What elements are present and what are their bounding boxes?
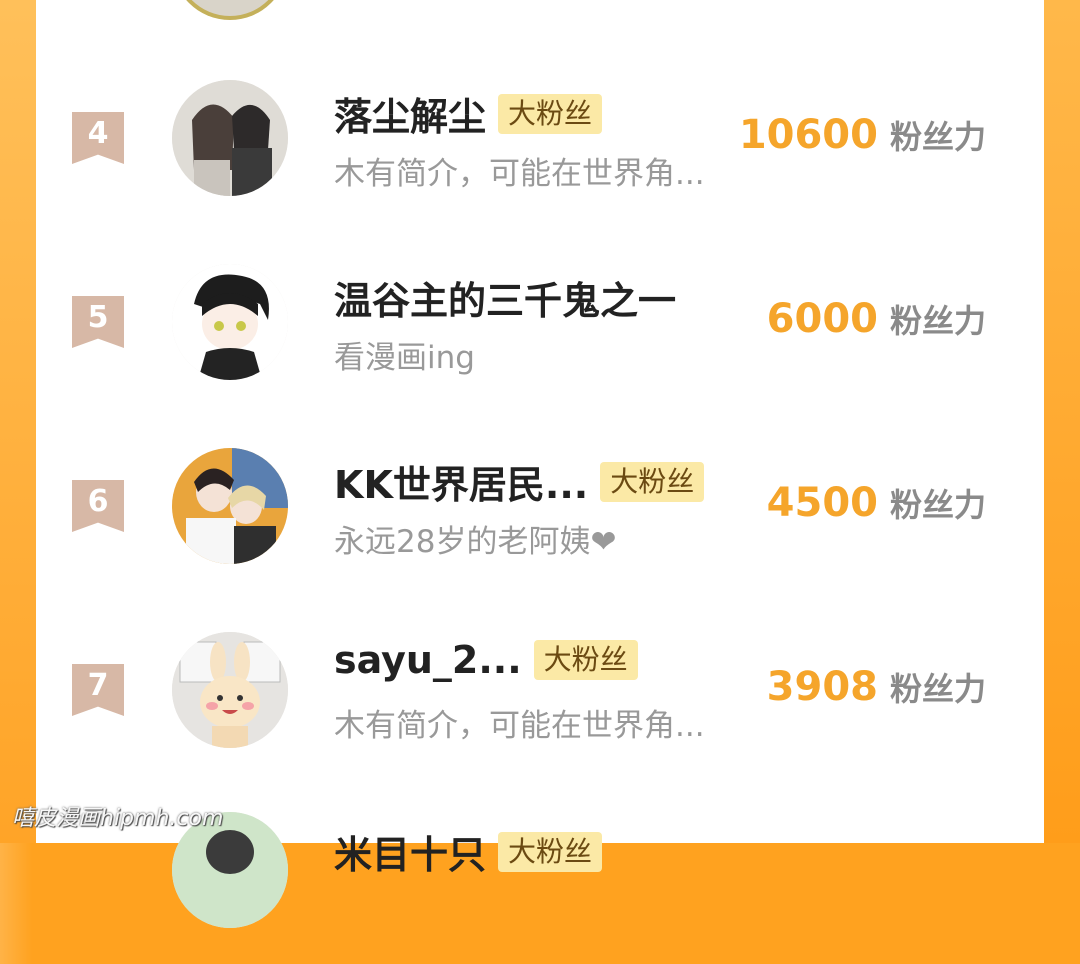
list-item[interactable]: 6 KK世界居民... 大粉丝 永远28岁的老阿姨❤ 4500 粉丝力 bbox=[36, 416, 1044, 596]
fan-score: 10600 粉丝力 bbox=[739, 112, 986, 158]
fan-score-unit: 粉丝力 bbox=[889, 302, 986, 340]
avatar[interactable] bbox=[172, 80, 288, 196]
fan-score-value: 3908 bbox=[766, 664, 878, 710]
big-fan-badge: 大粉丝 bbox=[600, 461, 705, 502]
fan-name-text: 落尘解尘 bbox=[334, 95, 487, 139]
big-fan-badge: 大粉丝 bbox=[533, 640, 638, 680]
fan-score-unit: 粉丝力 bbox=[889, 486, 986, 524]
fan-name: KK世界居民... 大粉丝 bbox=[334, 454, 705, 509]
rank-ribbon: 4 bbox=[72, 112, 124, 164]
avatar-illustrated-couple-icon bbox=[172, 80, 288, 196]
fan-score-value: 6000 bbox=[766, 296, 878, 342]
fan-description: 木有简介，可能在世界角... bbox=[334, 708, 705, 744]
list-item[interactable]: 4 落尘解尘 大粉丝 木有简介，可能在世界角... 10600 粉丝力 bbox=[36, 48, 1044, 228]
fan-score: 4500 粉丝力 bbox=[767, 480, 986, 526]
avatar[interactable] bbox=[172, 448, 288, 564]
avatar[interactable] bbox=[172, 264, 288, 380]
avatar-illustrated-couple-2-icon bbox=[172, 448, 288, 564]
list-item[interactable]: 5 温谷主的三千鬼之一 看漫画ing 6000 粉丝力 bbox=[36, 232, 1044, 412]
fan-score-value: 10600 bbox=[738, 112, 878, 158]
right-border bbox=[1044, 0, 1080, 843]
fan-description: 永远28岁的老阿姨❤ bbox=[334, 524, 617, 560]
avatar-bunny-plush-icon bbox=[172, 632, 288, 748]
fan-name: 温谷主的三千鬼之一 bbox=[334, 270, 676, 325]
fan-score-unit: 粉丝力 bbox=[889, 670, 986, 708]
fan-name: sayu_2... 大粉丝 bbox=[334, 638, 638, 682]
fan-score-value: 4500 bbox=[766, 480, 878, 526]
big-fan-badge: 大粉丝 bbox=[498, 93, 603, 134]
rank-ribbon: 6 bbox=[72, 480, 124, 532]
fan-score: 3908 粉丝力 bbox=[767, 664, 986, 710]
left-border bbox=[0, 0, 36, 843]
list-item[interactable]: 7 sayu_2... 大粉丝 木有简介，可能在世界角... 3908 粉丝力 bbox=[36, 600, 1044, 780]
fan-name-text: KK世界居民... bbox=[334, 463, 589, 507]
fan-name: 米目十只 大粉丝 bbox=[334, 824, 603, 879]
fan-score-unit: 粉丝力 bbox=[889, 118, 986, 156]
rank-ribbon: 7 bbox=[72, 664, 124, 716]
big-fan-badge: 大粉丝 bbox=[498, 831, 603, 872]
avatar-anime-boy-icon bbox=[172, 264, 288, 380]
fan-score: 6000 粉丝力 bbox=[767, 296, 986, 342]
fan-description: 木有简介，可能在世界角... bbox=[334, 156, 705, 192]
fan-name-text: 温谷主的三千鬼之一 bbox=[334, 279, 677, 323]
rank-ribbon: 5 bbox=[72, 296, 124, 348]
avatar[interactable] bbox=[172, 632, 288, 748]
watermark: 嘻皮漫画hipmh.com bbox=[12, 806, 224, 831]
fan-name: 落尘解尘 大粉丝 bbox=[334, 86, 603, 141]
fan-description: 看漫画ing bbox=[334, 340, 475, 376]
fan-name-text: sayu_2... bbox=[334, 638, 522, 682]
fan-name-text: 米目十只 bbox=[334, 833, 487, 877]
